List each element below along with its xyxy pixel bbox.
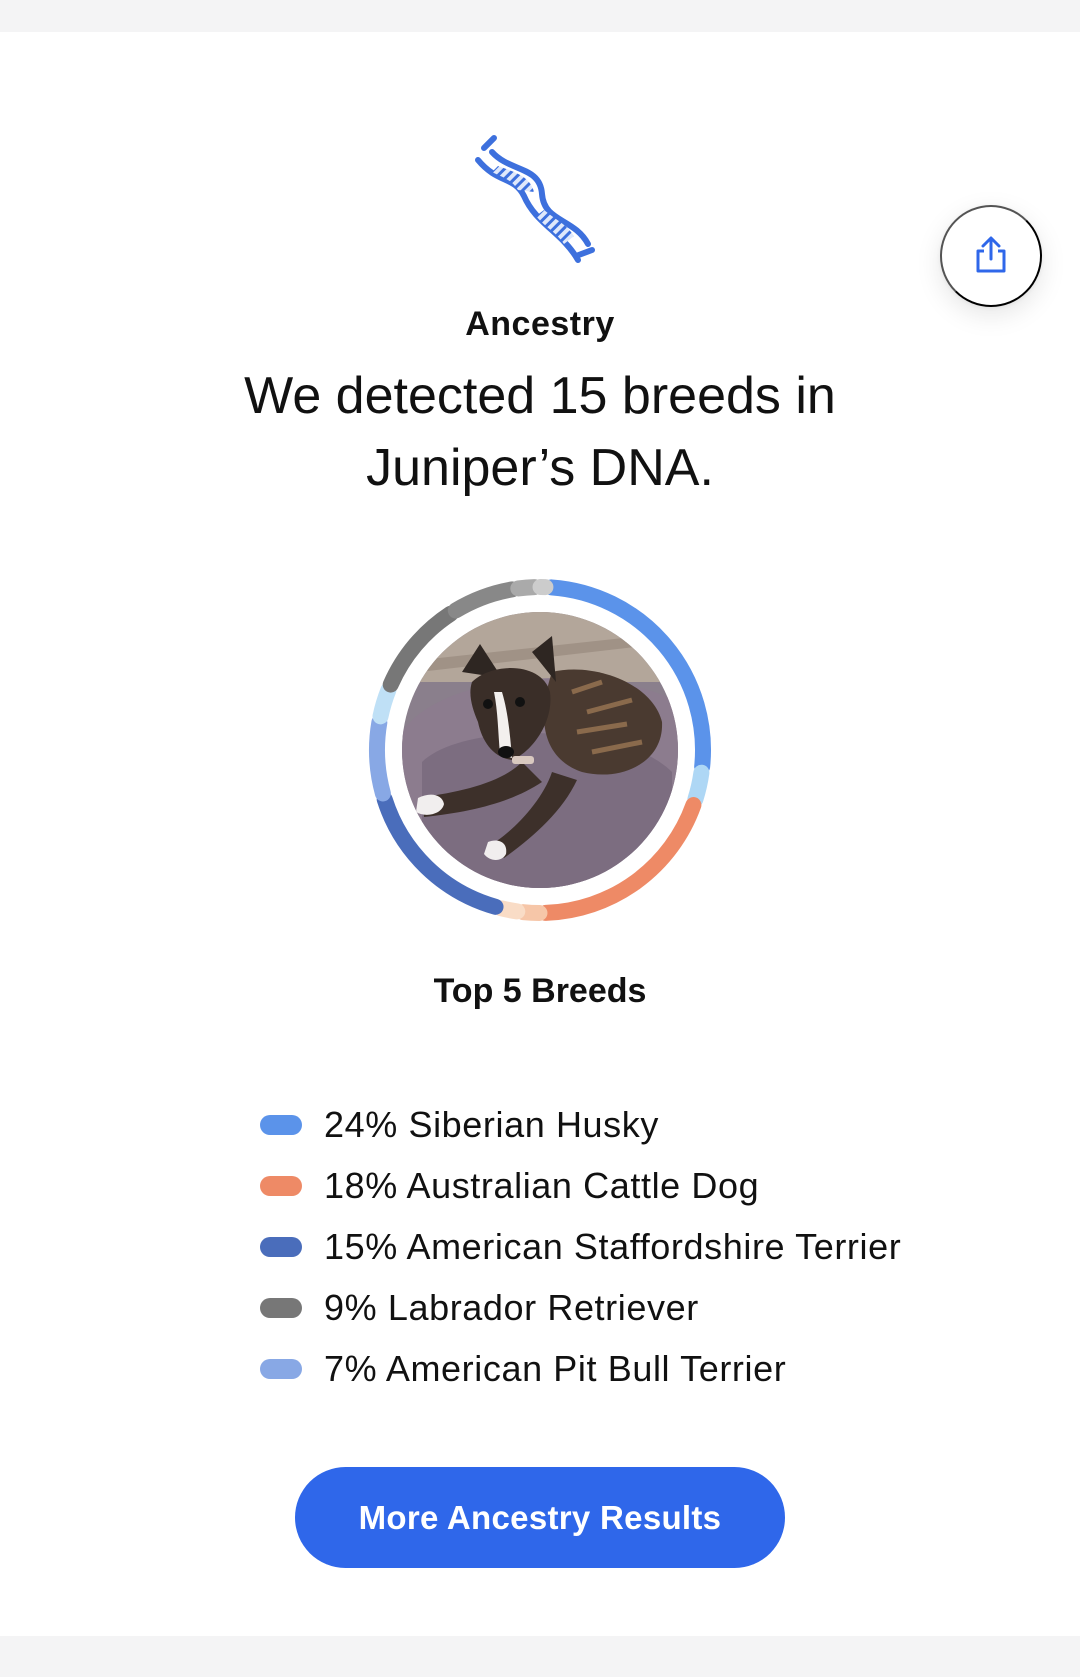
donut-segment xyxy=(447,581,521,619)
top-breeds-title: Top 5 Breeds xyxy=(433,972,647,1010)
legend-item: 18% Australian Cattle Dog xyxy=(260,1155,1020,1216)
ancestry-donut-chart xyxy=(360,570,720,930)
legend-swatch xyxy=(260,1297,302,1318)
legend-swatch xyxy=(260,1175,302,1196)
dna-icon xyxy=(470,132,610,272)
legend-label: 7% American Pit Bull Terrier xyxy=(324,1347,787,1389)
donut-segment xyxy=(369,714,391,802)
dog-photo xyxy=(402,612,678,888)
donut-segment xyxy=(510,579,543,597)
legend-label: 24% Siberian Husky xyxy=(324,1103,659,1145)
legend-swatch xyxy=(260,1358,302,1379)
legend-swatch xyxy=(260,1236,302,1257)
legend-label: 18% Australian Cattle Dog xyxy=(324,1164,760,1206)
donut-segment xyxy=(372,682,397,725)
legend-item: 9% Labrador Retriever xyxy=(260,1277,1020,1338)
legend-item: 7% American Pit Bull Terrier xyxy=(260,1338,1020,1399)
donut-segment xyxy=(493,900,526,920)
section-title: Ancestry xyxy=(465,305,615,343)
share-button[interactable] xyxy=(940,205,1042,307)
legend-swatch xyxy=(260,1114,302,1135)
ancestry-card: Ancestry We detected 15 breeds in Junipe… xyxy=(0,32,1080,1636)
share-icon xyxy=(971,235,1011,278)
more-ancestry-results-button[interactable]: More Ancestry Results xyxy=(295,1467,785,1568)
breed-count-headline: We detected 15 breeds in Juniper’s DNA. xyxy=(244,367,836,497)
legend-label: 9% Labrador Retriever xyxy=(324,1286,699,1328)
legend-item: 24% Siberian Husky xyxy=(260,1094,1020,1155)
legend-item: 15% American Staffordshire Terrier xyxy=(260,1216,1020,1277)
breed-legend: 24% Siberian Husky 18% Australian Cattle… xyxy=(260,1094,1020,1399)
donut-segment xyxy=(515,904,548,921)
legend-label: 15% American Staffordshire Terrier xyxy=(324,1225,902,1267)
donut-segment xyxy=(687,764,710,808)
